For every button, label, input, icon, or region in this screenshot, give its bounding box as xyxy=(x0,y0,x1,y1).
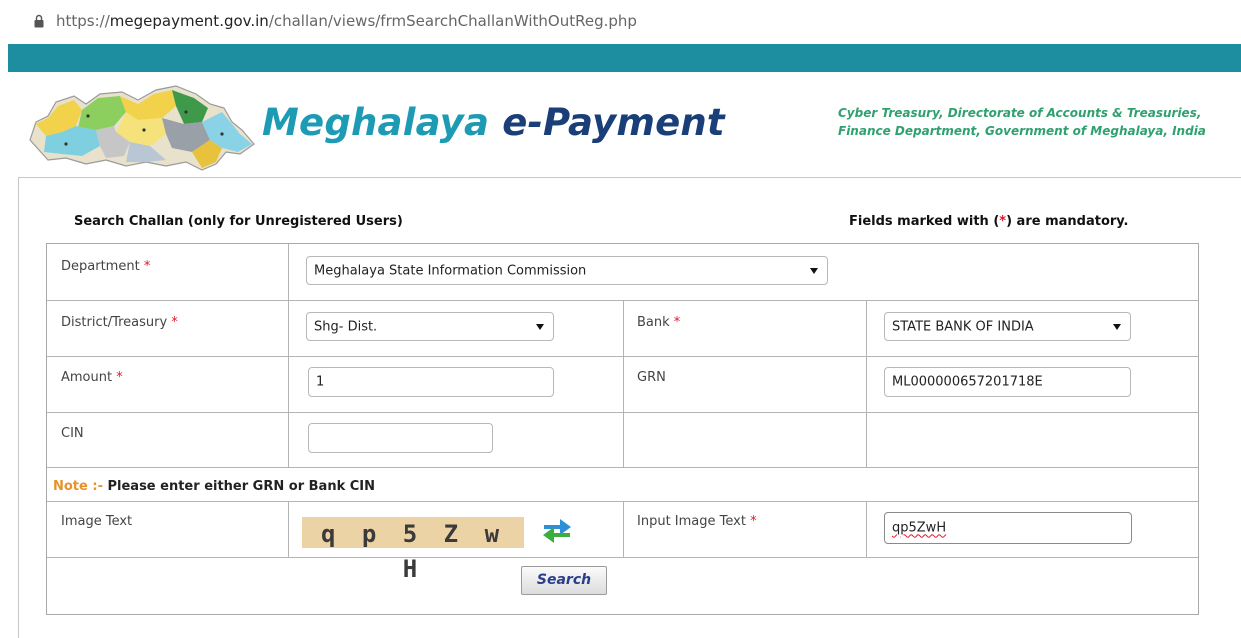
department-label: Department * xyxy=(61,259,151,274)
captcha-image: q p 5 Z w H xyxy=(302,517,524,583)
dropdown-caret-icon xyxy=(1113,323,1121,330)
amount-label: Amount * xyxy=(61,370,123,385)
site-title: Meghalaya e-Payment xyxy=(262,101,725,144)
grn-label: GRN xyxy=(637,370,666,385)
dropdown-caret-icon xyxy=(536,323,544,330)
browser-url-bar[interactable]: https://megepayment.gov.in/challan/views… xyxy=(0,0,1241,44)
bank-select[interactable]: STATE BANK OF INDIA xyxy=(884,312,1131,341)
site-tagline: Cyber Treasury, Directorate of Accounts … xyxy=(838,106,1206,138)
dropdown-caret-icon xyxy=(810,267,818,274)
amount-input[interactable]: 1 xyxy=(308,367,554,397)
mandatory-note: Fields marked with (*) are mandatory. xyxy=(849,214,1129,229)
empty-cell xyxy=(867,413,1199,468)
input-image-text-label: Input Image Text * xyxy=(637,514,757,529)
cin-input[interactable] xyxy=(308,423,493,453)
meghalaya-map-logo xyxy=(29,85,255,171)
bank-label: Bank * xyxy=(637,315,681,330)
lock-icon xyxy=(34,14,44,28)
refresh-captcha-icon[interactable] xyxy=(540,513,574,543)
button-row-cell xyxy=(47,558,1199,615)
search-form-table xyxy=(46,243,1199,615)
header-band xyxy=(8,44,1241,72)
amount-label-cell xyxy=(47,357,289,413)
department-select[interactable]: Meghalaya State Information Commission xyxy=(306,256,828,285)
district-label: District/Treasury * xyxy=(61,315,178,330)
grn-label-cell xyxy=(624,357,867,413)
grn-input[interactable]: ML000000657201718E xyxy=(884,367,1131,397)
url-text[interactable]: https://megepayment.gov.in/challan/views… xyxy=(56,12,637,30)
captcha-input[interactable]: qp5ZwH xyxy=(884,512,1132,544)
search-button[interactable]: Search xyxy=(521,566,607,595)
form-title: Search Challan (only for Unregistered Us… xyxy=(74,214,403,229)
note-text: Note :- Please enter either GRN or Bank … xyxy=(53,479,376,494)
image-text-label-cell xyxy=(47,502,289,558)
image-text-label: Image Text xyxy=(61,514,133,529)
cin-label: CIN xyxy=(61,426,84,441)
empty-cell xyxy=(624,413,867,468)
district-select[interactable]: Shg- Dist. xyxy=(306,312,554,341)
input-image-text-label-cell xyxy=(624,502,867,558)
